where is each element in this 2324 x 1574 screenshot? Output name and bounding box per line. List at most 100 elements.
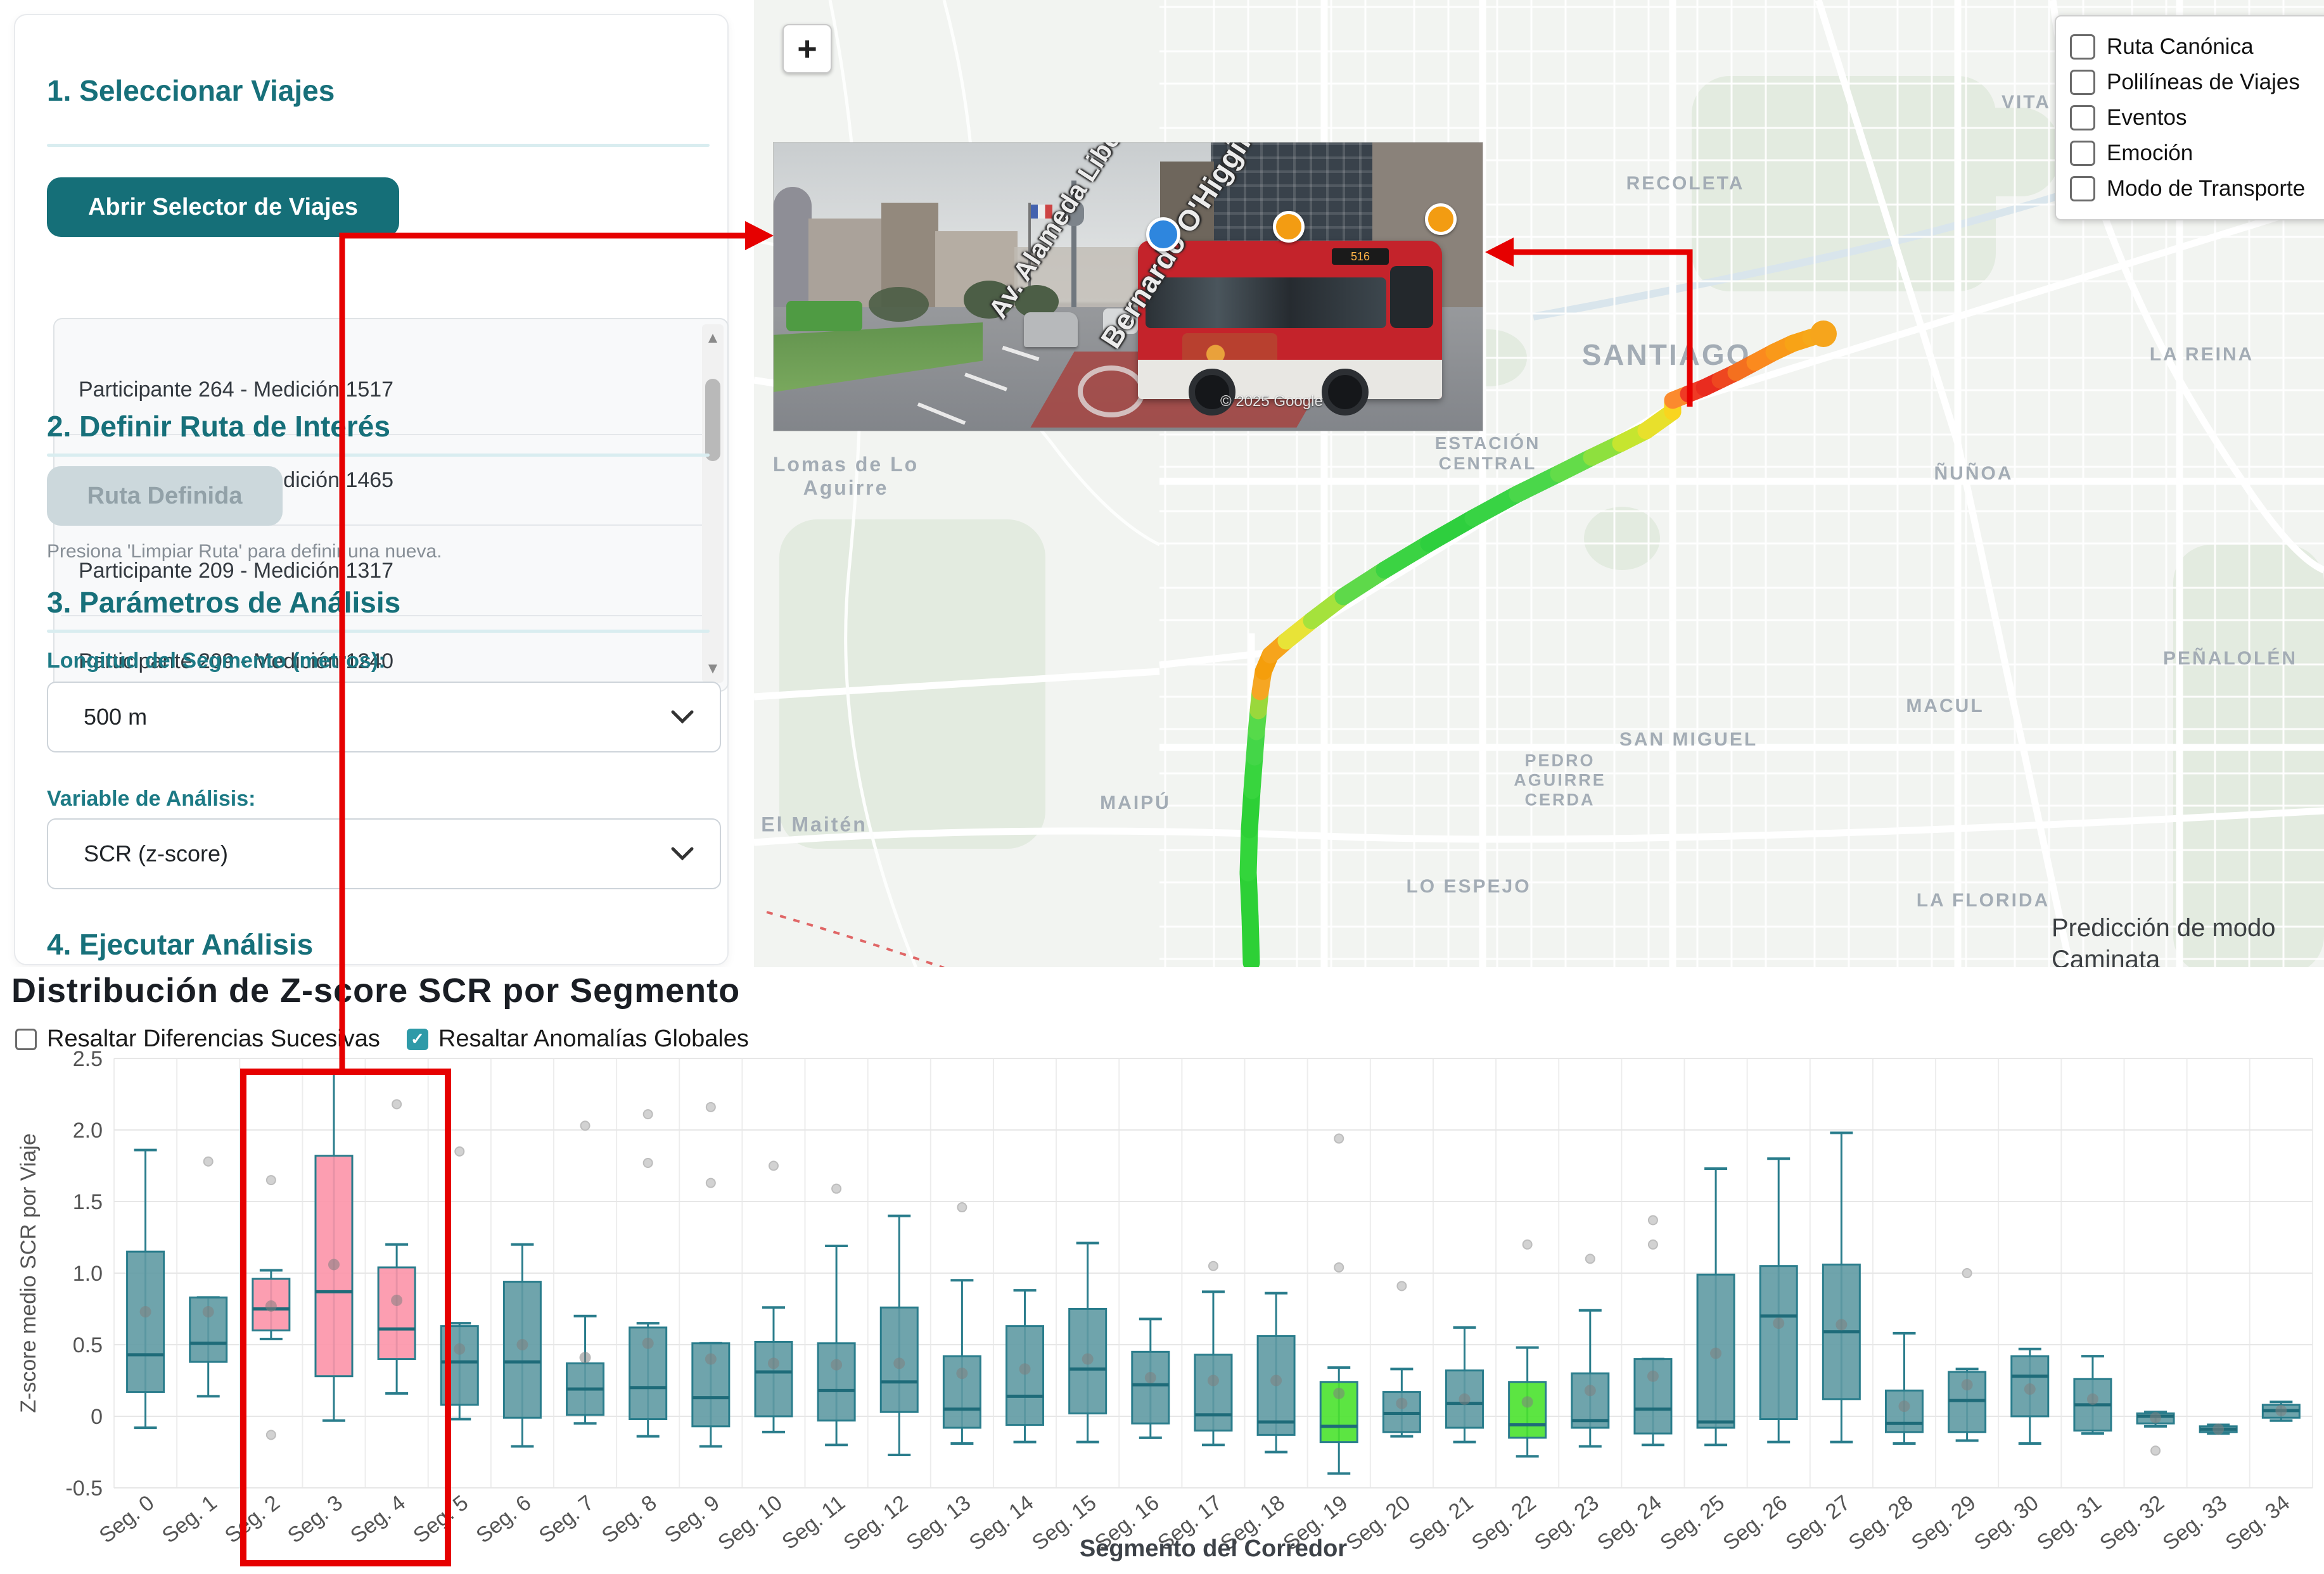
box bbox=[1760, 1266, 1797, 1419]
mean-dot bbox=[140, 1306, 151, 1317]
outlier-dot bbox=[1209, 1262, 1218, 1271]
layer-checkbox[interactable] bbox=[2070, 34, 2095, 60]
mean-dot bbox=[1836, 1319, 1847, 1330]
outlier-dot bbox=[706, 1103, 715, 1112]
scroll-down-icon[interactable]: ▼ bbox=[702, 655, 724, 683]
bus-wheel bbox=[1322, 369, 1369, 416]
open-trip-selector-button[interactable]: Abrir Selector de Viajes bbox=[47, 177, 399, 237]
box bbox=[1509, 1382, 1546, 1438]
x-tick-label: Seg. 7 bbox=[535, 1490, 599, 1547]
box bbox=[1195, 1355, 1232, 1431]
x-tick-label: Seg. 31 bbox=[2033, 1490, 2106, 1555]
mean-dot bbox=[2150, 1412, 2161, 1423]
x-tick-label: Seg. 30 bbox=[1970, 1490, 2043, 1555]
layer-checkbox[interactable] bbox=[2070, 176, 2095, 201]
x-tick-label: Seg. 32 bbox=[2095, 1490, 2169, 1555]
layer-checkbox[interactable] bbox=[2070, 70, 2095, 95]
analysis-variable-select[interactable]: SCR (z-score) bbox=[47, 818, 721, 889]
bus-windows bbox=[1146, 277, 1386, 328]
mean-dot bbox=[642, 1338, 654, 1349]
route-endpoint bbox=[1810, 321, 1837, 347]
outlier-dot bbox=[2151, 1446, 2160, 1455]
mean-dot bbox=[956, 1368, 967, 1379]
x-tick-label: Seg. 12 bbox=[839, 1490, 912, 1555]
x-tick-label: Seg. 2 bbox=[220, 1490, 284, 1547]
mean-dot bbox=[1647, 1371, 1659, 1382]
map-zoom-in-button[interactable]: + bbox=[782, 24, 832, 73]
x-axis-title: Segmento del Corredor bbox=[1080, 1535, 1347, 1562]
x-tick-label: Seg. 6 bbox=[471, 1490, 535, 1547]
mean-dot bbox=[1898, 1400, 1910, 1412]
segment-length-value: 500 m bbox=[84, 704, 147, 730]
mean-dot bbox=[1522, 1396, 1533, 1407]
outlier-dot bbox=[1334, 1134, 1343, 1143]
chevron-down-icon bbox=[670, 709, 694, 725]
route-hint-text: Presiona 'Limpiar Ruta' para definir una… bbox=[47, 541, 442, 562]
mean-dot bbox=[893, 1357, 905, 1369]
mean-dot bbox=[705, 1354, 717, 1365]
route-defined-button[interactable]: Ruta Definida bbox=[47, 466, 283, 526]
segment-length-select[interactable]: 500 m bbox=[47, 682, 721, 752]
camera-marker-icon[interactable] bbox=[1146, 217, 1180, 251]
mean-dot bbox=[1270, 1375, 1282, 1387]
x-tick-label: Seg. 13 bbox=[902, 1490, 976, 1555]
mean-dot bbox=[516, 1339, 528, 1350]
divider bbox=[47, 630, 710, 633]
step1-title: 1. Seleccionar Viajes bbox=[47, 73, 335, 108]
layer-toggle-row: Ruta Canónica bbox=[2070, 29, 2322, 65]
x-tick-label: Seg. 33 bbox=[2158, 1490, 2231, 1555]
map-canvas[interactable]: RECOLETAVITALA REINAÑUÑOAPEÑALOLÉNMACULS… bbox=[754, 0, 2324, 974]
chart-panel: Distribución de Z-score SCR por Segmento… bbox=[0, 967, 2324, 1574]
bus-lane-symbol bbox=[1078, 365, 1145, 417]
outlier-dot bbox=[1963, 1269, 1972, 1278]
box bbox=[1132, 1352, 1169, 1423]
outlier-dot bbox=[706, 1179, 715, 1188]
x-tick-label: Seg. 23 bbox=[1530, 1490, 1604, 1555]
boxplot-chart: 2.52.01.51.00.50-0.5Seg. 0Seg. 1Seg. 2Se… bbox=[0, 967, 2324, 1574]
outlier-dot bbox=[1523, 1240, 1532, 1249]
event-marker-icon[interactable] bbox=[1273, 211, 1305, 243]
mean-dot bbox=[1710, 1348, 1721, 1359]
step4-title: 4. Ejecutar Análisis bbox=[47, 927, 313, 962]
mean-dot bbox=[454, 1343, 465, 1355]
x-tick-label: Seg. 20 bbox=[1342, 1490, 1415, 1555]
chevron-down-icon bbox=[670, 846, 694, 861]
x-tick-label: Seg. 26 bbox=[1718, 1490, 1792, 1555]
y-tick-label: 2.5 bbox=[73, 1047, 103, 1071]
x-tick-label: Seg. 34 bbox=[2221, 1490, 2294, 1555]
outlier-dot bbox=[267, 1176, 276, 1184]
mean-dot bbox=[1019, 1363, 1031, 1374]
mean-dot bbox=[2087, 1393, 2098, 1405]
x-tick-label: Seg. 25 bbox=[1656, 1490, 1729, 1555]
mean-dot bbox=[1396, 1398, 1407, 1409]
mean-dot bbox=[1208, 1375, 1219, 1387]
app-root: 1. Seleccionar Viajes Abrir Selector de … bbox=[0, 0, 2324, 1574]
car bbox=[1024, 312, 1078, 347]
x-tick-label: Seg. 0 bbox=[95, 1490, 159, 1547]
layer-label: Polilíneas de Viajes bbox=[2107, 70, 2300, 95]
mean-dot bbox=[1145, 1372, 1156, 1383]
control-sidebar: 1. Seleccionar Viajes Abrir Selector de … bbox=[14, 14, 729, 965]
box bbox=[441, 1326, 478, 1405]
x-tick-label: Seg. 11 bbox=[777, 1490, 850, 1554]
box bbox=[755, 1342, 792, 1416]
outlier-dot bbox=[581, 1121, 590, 1130]
x-tick-label: Seg. 27 bbox=[1782, 1490, 1855, 1555]
layer-checkbox[interactable] bbox=[2070, 105, 2095, 130]
street-view-photo: 516 Av. Alameda Libertador Bernardo O'Hi… bbox=[774, 143, 1483, 431]
tree bbox=[869, 287, 929, 322]
outlier-dot bbox=[832, 1184, 841, 1193]
analysis-variable-value: SCR (z-score) bbox=[84, 841, 228, 867]
mean-dot bbox=[203, 1306, 214, 1317]
scroll-up-icon[interactable]: ▲ bbox=[702, 324, 724, 352]
mean-dot bbox=[831, 1359, 842, 1371]
step3-title: 3. Parámetros de Análisis bbox=[47, 585, 400, 619]
scrollbar-thumb[interactable] bbox=[705, 379, 720, 461]
y-tick-label: 1.0 bbox=[73, 1262, 103, 1286]
mean-dot bbox=[580, 1352, 591, 1363]
layer-checkbox[interactable] bbox=[2070, 141, 2095, 166]
box bbox=[378, 1267, 415, 1359]
y-tick-label: 0.5 bbox=[73, 1333, 103, 1357]
mean-dot bbox=[2275, 1405, 2287, 1416]
event-marker-icon[interactable] bbox=[1425, 203, 1457, 235]
